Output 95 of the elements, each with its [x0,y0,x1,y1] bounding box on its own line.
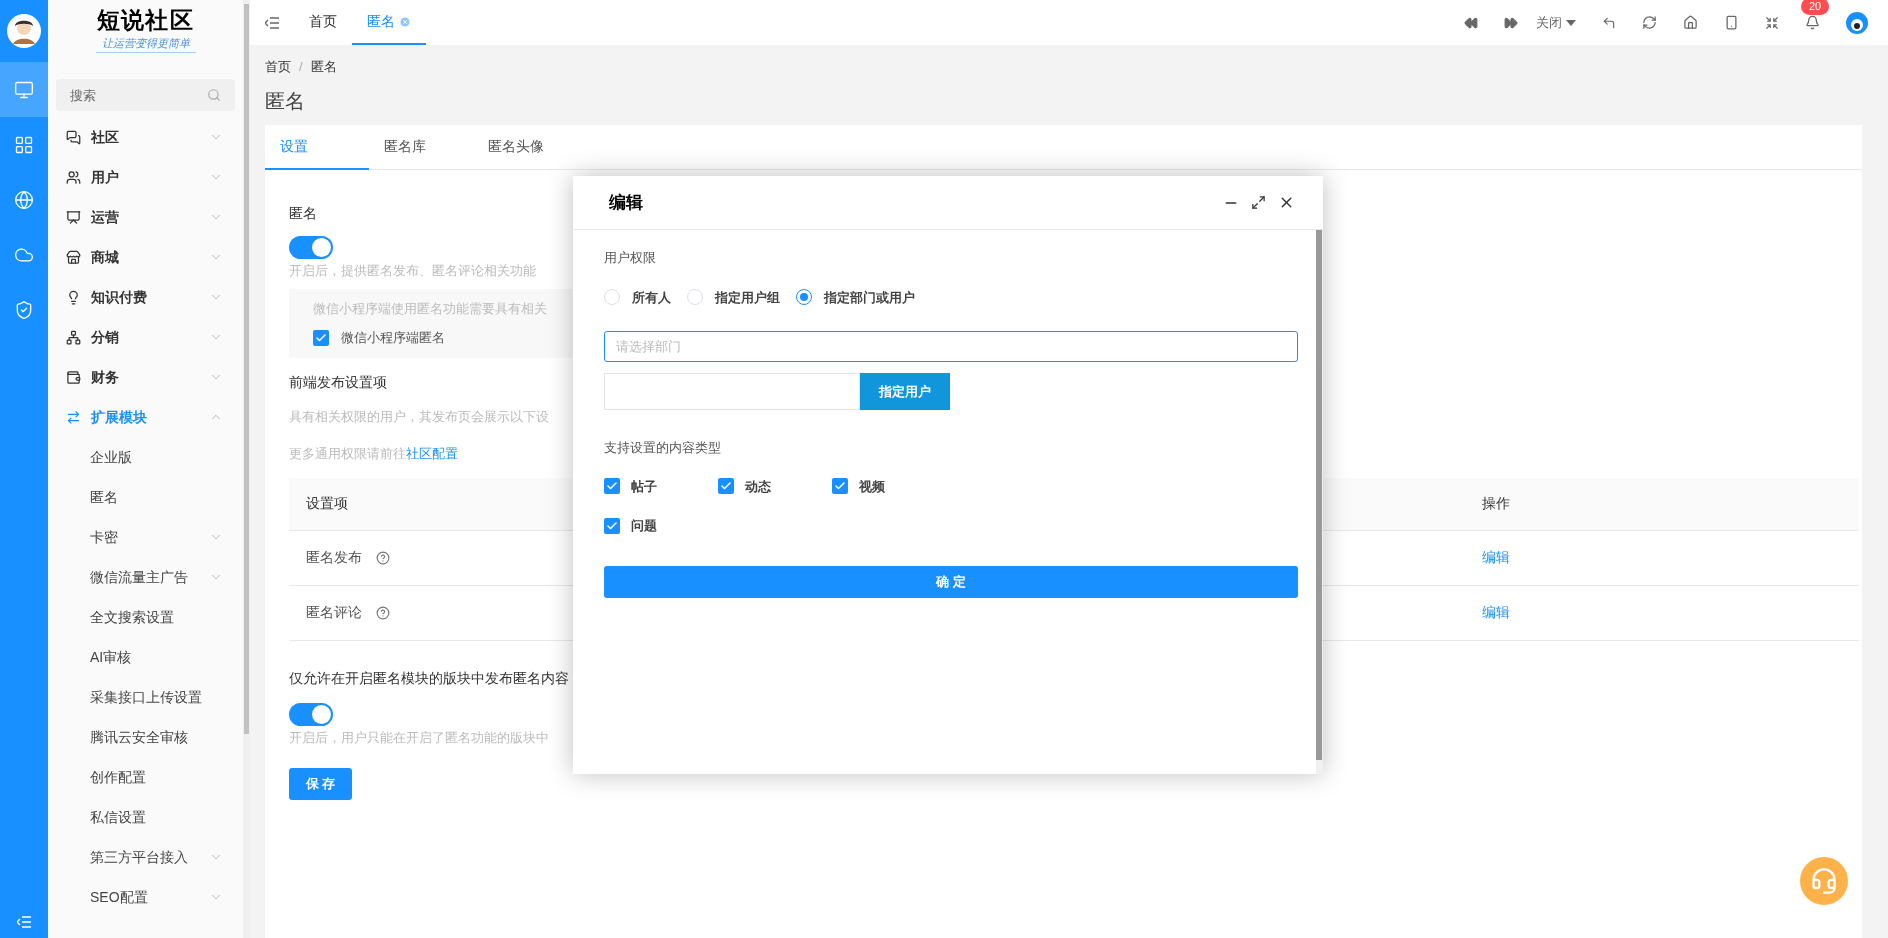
checkbox[interactable] [718,478,734,495]
checkbox-label: 微信小程序端匿名 [341,329,445,347]
checkbox[interactable] [832,478,848,495]
dialog-title: 编辑 [609,191,644,214]
headset-icon [1810,867,1838,895]
radio-label: 指定用户组 [715,288,780,307]
sidebar-item[interactable]: 分销 [48,317,243,357]
content-tab[interactable]: 匿名头像 [473,125,577,170]
bell-icon[interactable] [1805,15,1820,30]
sidebar-item[interactable]: 商城 [48,237,243,277]
checkbox[interactable] [604,478,620,495]
checkbox[interactable] [604,517,620,534]
breadcrumb-current: 匿名 [310,58,337,77]
sidebar-subitem[interactable]: 第三方平台接入 [48,837,243,877]
hint-text: 具有相关权限的用户，其发布页会展示以下设 [289,407,549,426]
sidebar-subitem[interactable]: AI审核 [48,637,243,677]
network-icon [66,329,81,345]
table-cell-text: 匿名发布 [306,548,362,567]
sidebar-item[interactable]: 知识付费 [48,277,243,317]
search-icon[interactable] [207,88,221,102]
field-label: 仅允许在开启匿名模块的版块中发布匿名内容 [289,668,569,688]
users-icon [66,169,81,185]
globe-icon [14,189,34,210]
hint-text: 开启后，提供匿名发布、匿名评论相关功能 [289,262,536,280]
notification-badge: 20 [1801,0,1830,15]
presentation-icon [66,209,81,225]
lightbulb-icon [66,289,81,305]
column-header: 操作 [1481,494,1510,513]
user-field[interactable] [604,373,860,410]
user-avatar[interactable] [1846,11,1868,34]
brand-slogan: 让运营变得更简单 [95,35,196,53]
checkbox-label: 动态 [745,477,771,496]
return-icon[interactable] [1602,15,1616,30]
checkbox[interactable] [313,329,329,346]
checkbox-label: 帖子 [631,477,657,496]
sidebar-subitem[interactable]: 腾讯云安全审核 [48,717,243,757]
sidebar-item[interactable]: 用户 [48,157,243,197]
grid-icon [14,134,34,155]
column-header: 设置项 [305,494,348,513]
close-menu[interactable]: 关闭 [1536,12,1576,33]
sidebar-subitem[interactable]: 卡密 [48,517,243,557]
sidebar-item[interactable]: 财务 [48,357,243,397]
help-icon[interactable] [376,605,390,620]
sidebar-subitem[interactable]: 采集接口上传设置 [48,677,243,717]
page-tab[interactable]: 首页 [294,0,352,45]
menu-fold-icon[interactable] [265,16,279,29]
shield-icon [14,299,34,320]
sidebar-subitem[interactable]: 微信流量主广告 [48,557,243,597]
hint-text: 更多通用权限请前往社区配置 [289,445,458,463]
radio-label: 所有人 [632,288,671,307]
hint-text: 开启后，用户只能在开启了匿名功能的版块中 [289,728,549,747]
wallet-icon [66,369,81,385]
sidebar-subitem[interactable]: 匿名 [48,477,243,517]
sidebar-subitem[interactable]: 私信设置 [48,797,243,837]
sidebar-subitem[interactable]: 全文搜索设置 [48,597,243,637]
scrollbar[interactable] [1316,230,1322,760]
checkbox-label: 问题 [631,517,657,535]
scrollbar[interactable] [244,4,249,734]
page-title: 匿名 [265,89,306,114]
store-icon [66,249,81,265]
field-label: 匿名 [289,204,317,223]
radio-label: 指定部门或用户 [824,288,915,307]
table-cell-text: 匿名评论 [306,603,362,622]
breadcrumb-separator: / [299,58,303,77]
check-icon [606,519,618,532]
forward-icon[interactable] [1504,15,1518,30]
sidebar-subitem[interactable]: 创作配置 [48,757,243,797]
breadcrumb-link[interactable]: 首页 [265,57,291,77]
help-icon[interactable] [376,550,390,565]
checkbox-label: 视频 [859,477,885,496]
brand-title: 短说社区 [97,9,194,33]
check-icon [315,331,327,344]
department-field[interactable]: 请选择部门 [604,331,1298,362]
avatar[interactable] [7,14,41,48]
search-field[interactable]: 搜索 [56,79,235,111]
chat-icon [66,129,81,145]
section-label: 支持设置的内容类型 [604,439,722,457]
rewind-icon[interactable] [1464,15,1478,30]
refresh-icon[interactable] [1642,15,1657,30]
section-label: 用户权限 [604,249,657,267]
sidebar-item[interactable]: 社区 [48,117,243,157]
phone-icon[interactable] [1724,15,1739,30]
maximize-icon[interactable] [1251,195,1266,210]
sidebar-subitem[interactable]: 企业版 [48,437,243,477]
toggle-switch[interactable] [289,702,333,726]
sidebar-subitem[interactable]: SEO配置 [48,877,243,917]
sidebar-item[interactable]: 运营 [48,197,243,237]
house-icon[interactable] [1683,15,1698,30]
monitor-icon [14,79,34,100]
section-title: 前端发布设置项 [289,372,387,392]
close-icon [399,15,411,28]
toggle-switch[interactable] [289,236,333,259]
fullscreen-icon[interactable] [1765,15,1779,30]
arrows-icon [66,409,81,425]
content-tab[interactable]: 匿名库 [369,125,473,170]
